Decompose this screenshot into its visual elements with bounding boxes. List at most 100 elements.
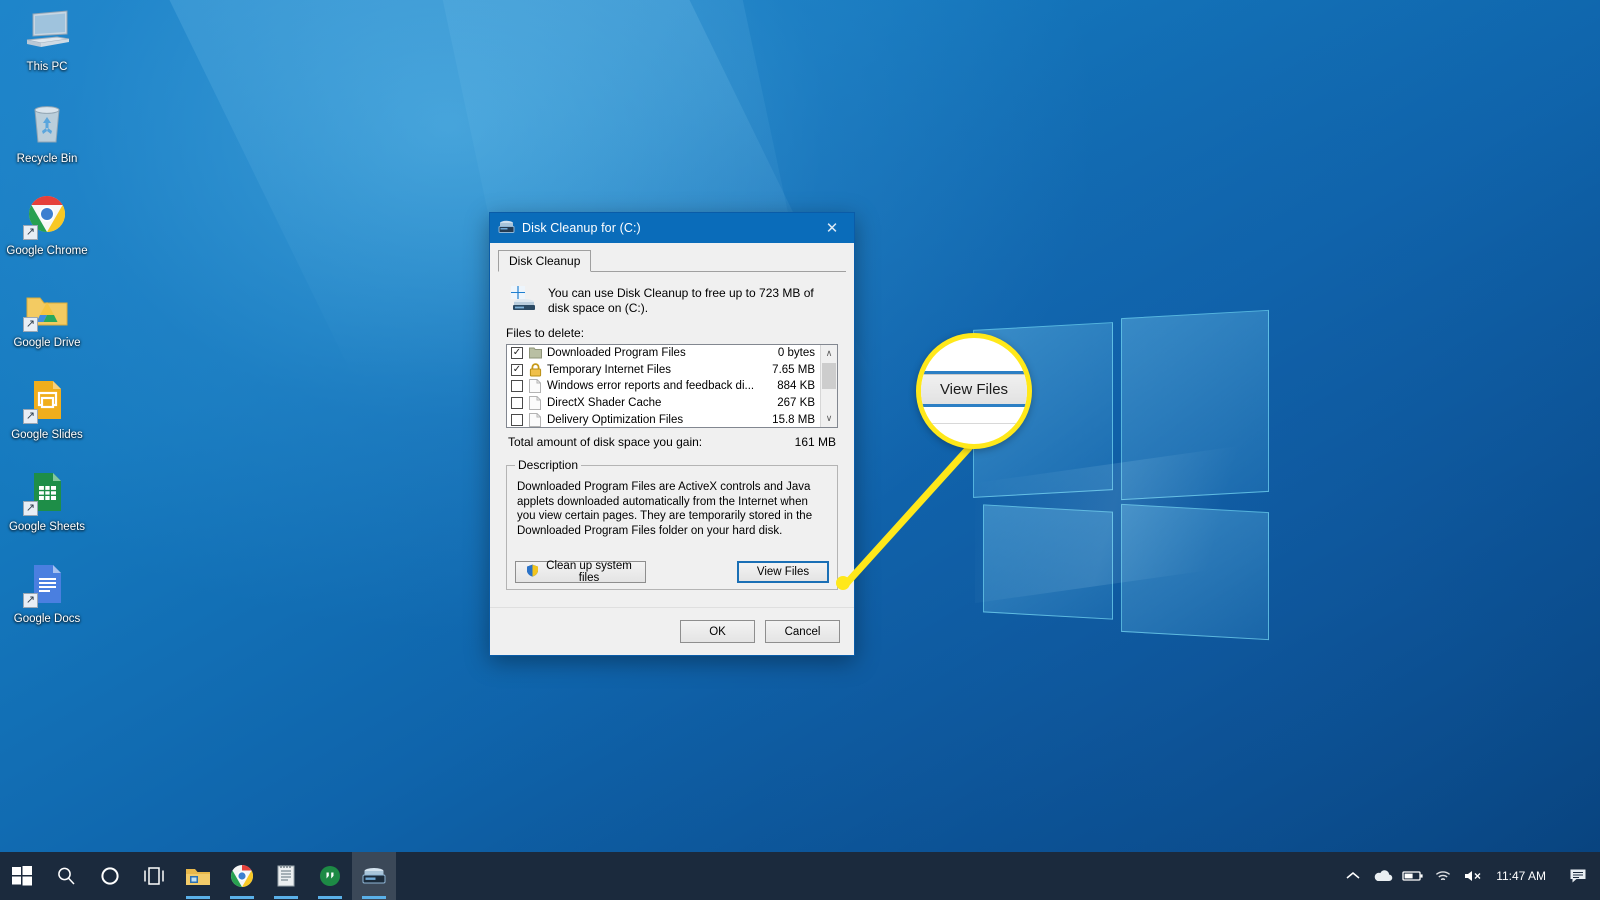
file-row-size: 15.8 MB (772, 413, 815, 426)
desktop-icon-label: Google Sheets (8, 521, 86, 533)
disk-cleanup-icon (498, 219, 515, 237)
dialog-title-bar[interactable]: Disk Cleanup for (C:) ✕ (490, 213, 854, 243)
shortcut-overlay-icon: ↗ (23, 593, 38, 608)
taskbar: 11:47 AM (0, 852, 1600, 900)
desktop-icon-recycle-bin[interactable]: Recycle Bin (4, 100, 90, 166)
show-hidden-icons-button[interactable] (1338, 852, 1368, 900)
search-icon (58, 867, 75, 885)
ok-button[interactable]: OK (680, 620, 755, 643)
magnifier-callout: View Files (916, 333, 1032, 449)
desktop-icon-label: Google Docs (13, 613, 81, 625)
desktop-icon-label: This PC (26, 61, 68, 73)
scrollbar-thumb[interactable] (822, 363, 836, 389)
google-slides-icon: ↗ (23, 376, 71, 424)
running-indicator (318, 896, 342, 899)
shortcut-overlay-icon: ↗ (23, 501, 38, 516)
google-sheets-icon: ↗ (23, 468, 71, 516)
taskbar-hangouts[interactable] (308, 852, 352, 900)
running-indicator (362, 896, 386, 899)
file-row-size: 884 KB (777, 380, 815, 393)
file-list-row[interactable]: ✓ Temporary Internet Files 7.65 MB (507, 362, 820, 379)
wifi-icon[interactable] (1428, 852, 1458, 900)
cortana-button[interactable] (88, 852, 132, 900)
dialog-title: Disk Cleanup for (C:) (522, 221, 641, 235)
running-indicator (274, 896, 298, 899)
description-group: Description Downloaded Program Files are… (506, 458, 838, 590)
cortana-circle-icon (101, 867, 119, 885)
this-pc-icon (23, 8, 71, 56)
file-row-checkbox[interactable] (511, 380, 523, 393)
google-chrome-icon: ↗ (23, 192, 71, 240)
file-row-name: Temporary Internet Files (547, 363, 671, 376)
cancel-button[interactable]: Cancel (765, 620, 840, 643)
dialog-footer: OK Cancel (490, 607, 854, 655)
clean-up-system-files-button[interactable]: Clean up system files (515, 560, 646, 584)
file-row-checkbox[interactable]: ✓ (511, 363, 523, 376)
task-view-button[interactable] (132, 852, 176, 900)
notification-icon[interactable] (1560, 852, 1596, 900)
notepad-icon (277, 865, 295, 887)
folder-icon (186, 869, 210, 885)
total-space-row: Total amount of disk space you gain: 161… (508, 435, 836, 449)
onedrive-icon[interactable] (1368, 852, 1398, 900)
taskbar-google-chrome[interactable] (220, 852, 264, 900)
desktop-icon-google-drive[interactable]: ↗ Google Drive (4, 284, 90, 350)
view-files-button[interactable]: View Files (737, 561, 829, 583)
callout-anchor-dot (836, 576, 850, 590)
volume-muted-icon[interactable] (1458, 852, 1488, 900)
file-list-row[interactable]: Delivery Optimization Files 15.8 MB (507, 411, 820, 427)
description-legend: Description (518, 458, 579, 472)
recycle-bin-icon (23, 100, 71, 148)
scroll-up-icon[interactable]: ∧ (821, 345, 837, 362)
taskbar-disk-cleanup[interactable] (352, 852, 396, 900)
shortcut-overlay-icon: ↗ (23, 317, 38, 332)
tab-strip: Disk Cleanup (498, 250, 846, 272)
close-icon[interactable]: ✕ (810, 213, 854, 243)
file-row-size: 7.65 MB (772, 363, 815, 376)
folder-icon (529, 346, 542, 360)
file-row-name: Windows error reports and feedback di... (547, 380, 755, 393)
clock[interactable]: 11:47 AM (1488, 852, 1560, 900)
desktop-icon-google-docs[interactable]: ↗ Google Docs (4, 560, 90, 626)
search-button[interactable] (44, 852, 88, 900)
file-list-row[interactable]: Windows error reports and feedback di...… (507, 378, 820, 395)
intro-section: You can use Disk Cleanup to free up to 7… (504, 282, 840, 324)
files-to-delete-list[interactable]: ✓ Downloaded Program Files 0 bytes ✓ Tempora… (506, 344, 838, 428)
desktop-icon-label: Google Drive (13, 337, 81, 349)
task-view-icon (144, 867, 164, 885)
file-list-row[interactable]: ✓ Downloaded Program Files 0 bytes (507, 345, 820, 362)
view-files-label: View Files (756, 566, 810, 578)
file-row-checkbox[interactable] (511, 413, 523, 426)
battery-icon[interactable] (1398, 852, 1428, 900)
shortcut-overlay-icon: ↗ (23, 225, 38, 240)
taskbar-file-explorer[interactable] (176, 852, 220, 900)
hangouts-icon (320, 866, 340, 886)
dialog-panel: You can use Disk Cleanup to free up to 7… (498, 272, 846, 590)
total-space-label: Total amount of disk space you gain: (508, 435, 703, 449)
document-icon (529, 396, 542, 411)
file-row-name: DirectX Shader Cache (547, 397, 662, 410)
file-row-checkbox[interactable]: ✓ (511, 347, 523, 360)
lock-icon (529, 363, 542, 377)
desktop-icon-this-pc[interactable]: This PC (4, 8, 90, 74)
file-list-row[interactable]: DirectX Shader Cache 267 KB (507, 395, 820, 412)
desktop-icon-list: This PC Recycle Bin ↗ Google Chrome ↗ Go… (0, 8, 96, 652)
windows-logo-icon (12, 866, 32, 886)
total-space-value: 161 MB (794, 435, 836, 449)
scroll-down-icon[interactable]: ∨ (821, 410, 837, 427)
tab-disk-cleanup[interactable]: Disk Cleanup (498, 250, 592, 272)
desktop-icon-google-chrome[interactable]: ↗ Google Chrome (4, 192, 90, 258)
document-icon (529, 412, 542, 427)
desktop-icon-label: Recycle Bin (16, 153, 78, 165)
file-row-size: 267 KB (777, 397, 815, 410)
desktop-icon-google-slides[interactable]: ↗ Google Slides (4, 376, 90, 442)
desktop-icon-google-sheets[interactable]: ↗ Google Sheets (4, 468, 90, 534)
running-indicator (230, 896, 254, 899)
taskbar-notepad[interactable] (264, 852, 308, 900)
start-button[interactable] (0, 852, 44, 900)
file-row-checkbox[interactable] (511, 397, 523, 410)
list-scrollbar[interactable]: ∧ ∨ (820, 345, 837, 427)
disk-cleanup-dialog: Disk Cleanup for (C:) ✕ Disk Cleanup You… (489, 212, 855, 656)
google-docs-icon: ↗ (23, 560, 71, 608)
running-indicator (186, 896, 210, 899)
